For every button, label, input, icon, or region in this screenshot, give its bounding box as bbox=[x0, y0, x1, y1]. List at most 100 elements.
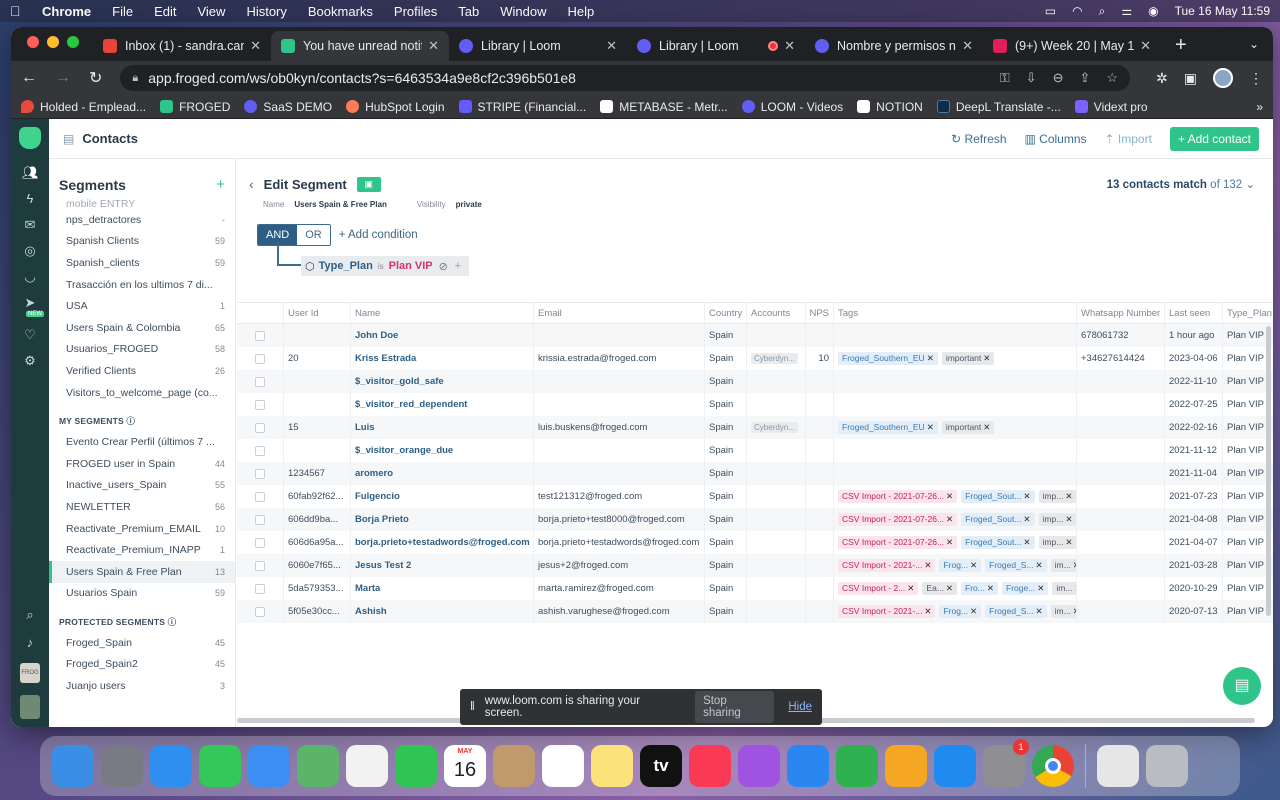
facetime-icon[interactable] bbox=[395, 745, 437, 787]
remove-tag-icon[interactable]: ✕ bbox=[1023, 514, 1030, 524]
contacts-icon[interactable] bbox=[493, 745, 535, 787]
bookmark-item[interactable]: METABASE - Metr... bbox=[600, 100, 728, 114]
table-row[interactable]: $_visitor_red_dependent Spain 2022-07-25 Pl… bbox=[237, 393, 1273, 416]
tag-chip[interactable]: important ✕ bbox=[941, 352, 995, 365]
segment-item[interactable]: Evento Crear Perfil (últimos 7 ... bbox=[49, 431, 235, 453]
pages-icon[interactable] bbox=[885, 745, 927, 787]
table-row[interactable]: $_visitor_orange_due Spain 2021-11-12 Plan … bbox=[237, 439, 1273, 462]
system-settings-icon[interactable]: 1 bbox=[983, 739, 1029, 787]
tag-chip[interactable]: Froged_Southern_EU ✕ bbox=[838, 421, 938, 434]
tag-chip[interactable]: im...✕ bbox=[1050, 559, 1076, 572]
menu-edit[interactable]: Edit bbox=[154, 4, 176, 19]
close-tab-icon[interactable]: ✕ bbox=[250, 38, 261, 54]
analytics-nav-icon[interactable]: ◡ bbox=[22, 269, 38, 285]
remove-tag-icon[interactable]: ✕ bbox=[1023, 491, 1030, 501]
contact-name-link[interactable]: aromero bbox=[355, 468, 393, 479]
segment-item[interactable]: Juanjo users 3 bbox=[49, 675, 235, 697]
photos-icon[interactable] bbox=[346, 745, 388, 787]
tag-chip[interactable]: CSV Import - 2021-07-26... ✕ bbox=[838, 513, 958, 526]
reload-icon[interactable]: ↻ bbox=[89, 68, 102, 88]
visibility-value[interactable]: private bbox=[456, 200, 482, 209]
sidepanel-icon[interactable]: ▣ bbox=[1184, 70, 1197, 87]
launchpad-icon[interactable] bbox=[101, 745, 143, 787]
address-bar[interactable]: 🔒︎ app.froged.com/ws/ob0kyn/contacts?s=6… bbox=[120, 65, 1131, 91]
column-header[interactable]: Email bbox=[534, 303, 705, 323]
tag-chip[interactable]: Froge... ✕ bbox=[1002, 582, 1049, 595]
segment-item[interactable]: Spanish Clients 59 bbox=[49, 231, 235, 253]
column-header[interactable]: Country bbox=[705, 303, 747, 323]
camera-icon[interactable]: ▣ bbox=[356, 176, 381, 192]
health-nav-icon[interactable]: ♡ bbox=[22, 327, 38, 343]
froged-logo[interactable] bbox=[19, 127, 41, 149]
contact-name-link[interactable]: Fulgencio bbox=[355, 491, 400, 502]
close-tab-icon[interactable]: ✕ bbox=[962, 38, 973, 54]
tab-loom-3[interactable]: Nombre y permisos nuevos ✕ bbox=[805, 31, 983, 61]
refresh-button[interactable]: ↻ Refresh bbox=[951, 132, 1006, 146]
knowledge-nav-icon[interactable]: ◎ bbox=[22, 243, 38, 259]
zoom-icon[interactable]: ⊖ bbox=[1053, 70, 1064, 86]
column-header[interactable]: Accounts bbox=[747, 303, 806, 323]
segment-item[interactable]: Reactivate_Premium_INAPP 1 bbox=[49, 539, 235, 561]
bell-icon[interactable]: ♪ bbox=[22, 635, 38, 651]
table-row[interactable]: 5f05e30cc... Ashish ashish.varughese@froge… bbox=[237, 600, 1273, 623]
column-header[interactable]: Whatsapp Number bbox=[1077, 303, 1165, 323]
remove-tag-icon[interactable]: ✕ bbox=[983, 353, 990, 363]
table-row[interactable]: John Doe Spain 678061732 1 hour ago Plan VIP bbox=[237, 324, 1273, 347]
forward-arrow-icon[interactable]: → bbox=[55, 69, 71, 87]
tag-chip[interactable]: Frog... ✕ bbox=[939, 559, 982, 572]
tv-icon[interactable]: tv bbox=[640, 745, 682, 787]
contact-name-link[interactable]: borja.prieto+testadwords@froged.com bbox=[355, 537, 530, 548]
remove-tag-icon[interactable]: ✕ bbox=[924, 560, 931, 570]
tag-chip[interactable]: CSV Import - 2... ✕ bbox=[838, 582, 919, 595]
segment-item[interactable]: Froged_Spain 45 bbox=[49, 632, 235, 654]
table-row[interactable]: 606dd9ba... Borja Prieto borja.prieto+test… bbox=[237, 508, 1273, 531]
podcasts-icon[interactable] bbox=[738, 745, 780, 787]
row-checkbox[interactable] bbox=[255, 445, 265, 456]
contact-name-link[interactable]: $_visitor_red_dependent bbox=[355, 399, 467, 410]
account-badge[interactable]: Cyberdyn... bbox=[751, 422, 798, 433]
delete-rule-icon[interactable]: ⊘ bbox=[439, 260, 448, 273]
close-tab-icon[interactable]: ✕ bbox=[428, 38, 439, 54]
siri-icon[interactable]: ◉ bbox=[1148, 4, 1158, 18]
reminders-icon[interactable] bbox=[542, 745, 584, 787]
remove-tag-icon[interactable]: ✕ bbox=[1065, 537, 1072, 547]
remove-tag-icon[interactable]: ✕ bbox=[987, 583, 994, 593]
tag-chip[interactable]: Frog... ✕ bbox=[939, 605, 982, 618]
maps-icon[interactable] bbox=[297, 745, 339, 787]
column-header[interactable]: NPS bbox=[806, 303, 834, 323]
account-badge[interactable]: Cyberdyn... bbox=[751, 353, 798, 364]
close-tab-icon[interactable]: ✕ bbox=[784, 38, 795, 54]
menubar-clock[interactable]: Tue 16 May 11:59 bbox=[1175, 4, 1270, 18]
row-checkbox[interactable] bbox=[255, 422, 265, 433]
segment-item[interactable]: nps_detractores - bbox=[49, 209, 235, 231]
remove-tag-icon[interactable]: ✕ bbox=[946, 491, 953, 501]
segment-item[interactable]: Usuarios Spain 59 bbox=[49, 583, 235, 605]
row-checkbox[interactable] bbox=[255, 399, 265, 410]
vertical-scrollbar[interactable] bbox=[1266, 326, 1271, 616]
add-segment-button[interactable]: + bbox=[216, 176, 225, 193]
finder-icon[interactable] bbox=[52, 745, 94, 787]
match-count[interactable]: 13 contacts match of 132 ⌄ bbox=[1107, 177, 1255, 191]
hide-button[interactable]: Hide bbox=[788, 701, 812, 713]
close-window-button[interactable] bbox=[27, 36, 39, 48]
column-header[interactable]: User Id bbox=[284, 303, 351, 323]
bookmark-item[interactable]: DeepL Translate -... bbox=[936, 100, 1061, 114]
close-tab-icon[interactable]: ✕ bbox=[1140, 38, 1151, 54]
contact-name-link[interactable]: Borja Prieto bbox=[355, 514, 409, 525]
tag-chip[interactable]: imp... ✕ bbox=[1038, 513, 1076, 526]
bookmark-item[interactable]: FROGED bbox=[160, 100, 230, 114]
contact-name-link[interactable]: John Doe bbox=[355, 330, 398, 341]
contact-name-link[interactable]: Luis bbox=[355, 422, 375, 433]
menu-profiles[interactable]: Profiles bbox=[394, 4, 437, 19]
tab-loom-2[interactable]: Library | Loom ✕ bbox=[627, 31, 805, 61]
tag-chip[interactable]: CSV Import - 2021-07-26... ✕ bbox=[838, 536, 958, 549]
chat-widget-button[interactable]: ▤ bbox=[1223, 667, 1261, 705]
segment-name-value[interactable]: Users Spain & Free Plan bbox=[294, 200, 386, 209]
app-store-icon[interactable] bbox=[934, 745, 976, 787]
remove-tag-icon[interactable]: ✕ bbox=[946, 514, 953, 524]
add-contact-button[interactable]: + Add contact bbox=[1169, 126, 1259, 151]
segment-item[interactable]: Users Spain & Colombia 65 bbox=[49, 317, 235, 339]
bookmark-item[interactable]: Vidext pro bbox=[1074, 100, 1148, 114]
menu-history[interactable]: History bbox=[246, 4, 286, 19]
remove-tag-icon[interactable]: ✕ bbox=[970, 560, 977, 570]
